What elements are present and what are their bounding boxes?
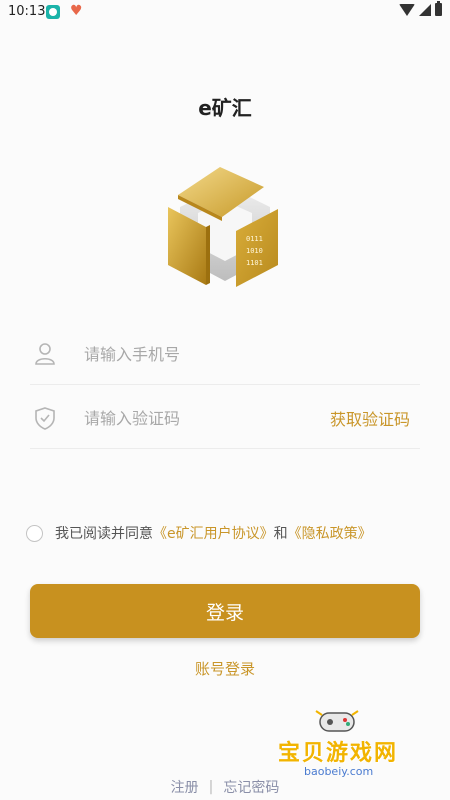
user-agreement-link[interactable]: 《e矿汇用户协议》 xyxy=(153,523,274,543)
register-link[interactable]: 注册 xyxy=(171,777,199,797)
agreement-checkbox[interactable] xyxy=(26,524,43,542)
watermark-text: 宝贝游戏网 xyxy=(278,741,399,766)
get-code-button[interactable]: 获取验证码 xyxy=(330,406,410,430)
chip-line-1: 0111 xyxy=(246,235,263,243)
status-bar: 10:13 ♥ xyxy=(0,0,450,24)
gamepad-icon xyxy=(315,710,359,732)
forgot-password-link[interactable]: 忘记密码 xyxy=(223,777,279,797)
account-login-link[interactable]: 账号登录 xyxy=(0,658,450,679)
signal-icon xyxy=(419,3,431,16)
status-time: 10:13 xyxy=(8,4,46,19)
bottom-links: 注册 | 忘记密码 xyxy=(0,777,450,797)
shield-check-icon xyxy=(35,407,55,430)
phone-field xyxy=(30,322,420,385)
chip-line-2: 1010 xyxy=(246,247,263,255)
user-icon xyxy=(35,343,55,365)
bottom-separator: | xyxy=(208,779,214,795)
app-title: e矿汇 xyxy=(198,96,252,120)
cube-logo: 0111 1010 1101 xyxy=(168,167,278,287)
login-button[interactable]: 登录 xyxy=(30,584,420,638)
code-field: 获取验证码 xyxy=(30,386,420,449)
privacy-policy-link[interactable]: 《隐私政策》 xyxy=(288,523,372,543)
chip-line-3: 1101 xyxy=(246,259,263,267)
agreement-and: 和 xyxy=(273,526,288,542)
code-input[interactable] xyxy=(82,402,316,434)
agreement-row: 我已阅读并同意 《e矿汇用户协议》 和 《隐私政策》 xyxy=(26,522,372,544)
agreement-prefix: 我已阅读并同意 xyxy=(55,526,153,542)
notification-app-icon xyxy=(46,5,60,19)
battery-icon xyxy=(435,1,442,16)
wifi-icon xyxy=(399,3,415,16)
watermark-logo: 宝贝游戏网 baobeiy.com xyxy=(272,705,422,785)
notification-heart-icon: ♥ xyxy=(70,3,83,19)
phone-input[interactable] xyxy=(82,338,316,370)
status-indicators xyxy=(399,1,442,16)
